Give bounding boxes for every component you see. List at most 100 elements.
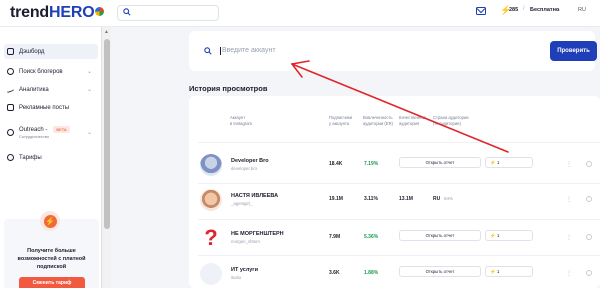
open-count-value: 1 [496,233,500,238]
sidebar-item-label: Рекламные посты [19,104,70,111]
open-report-button[interactable]: Открыть отчет [399,266,481,277]
table-row[interactable]: ИТ услуги ituslu 3.6K 1.88% Открыть отче… [189,258,600,288]
select-circle-icon[interactable] [586,234,592,240]
select-circle-icon[interactable] [586,270,592,276]
bolt-icon: ⚡ [490,233,497,238]
account-name[interactable]: НЕ МОРГЕНШТЕРН [231,231,284,237]
top-search-input[interactable] [117,5,219,21]
column-header-quality: Качественная аудитория [399,115,426,126]
sidebar-item-sublabel: Сотрудничество [19,133,50,139]
open-count-value: 1 [496,160,500,165]
promo-text: Получите больше возможностей с платной п… [17,248,86,270]
sidebar-item-label: Поиск блогеров [19,68,63,75]
table-row[interactable]: Developer Bro developer.bro 18.4K 7.19% … [189,149,600,183]
posts-icon [7,104,14,111]
chevron-down-icon: ⌄ [86,69,92,75]
country-code: RU [433,196,441,202]
open-count-value: 1 [496,269,500,274]
sidebar-item-label: Аналитика [19,86,49,93]
search-icon [123,8,131,16]
beta-badge: BETA [53,125,70,133]
quality-value: 13.1M [399,196,413,202]
column-header-followers: Подписчики у аккаунта [329,115,353,126]
account-search-card: Введите аккаунт [189,31,595,71]
open-report-button[interactable]: Открыть отчет [399,157,481,168]
top-bar: trendHERO ⚡ 285 / Бесплатно ⌄ RU [0,0,600,27]
sidebar-item-label: Тарифы [19,154,42,161]
account-name[interactable]: Developer Bro [231,158,269,164]
er-value: 3.11% [364,196,378,202]
table-row[interactable]: ? НЕ МОРГЕНШТЕРН morgen_shtern 7.9M 5.36… [189,222,600,256]
divider [198,142,600,143]
country-percent: 64% [444,196,454,201]
check-button[interactable]: Проверить [550,41,597,61]
pricing-icon [7,154,14,161]
page-scrollbar[interactable]: ▲ [101,27,111,288]
open-report-count[interactable]: ⚡ 1 [485,157,533,168]
more-options-icon[interactable]: ⋮ [566,270,572,277]
er-value: 1.88% [364,270,379,276]
sidebar-item-label: Дэшборд [19,48,45,55]
more-options-icon[interactable]: ⋮ [566,234,572,241]
er-value: 5.36% [364,234,379,240]
language-switch[interactable]: RU [578,7,586,13]
change-plan-button[interactable]: Сменить тариф [19,277,85,288]
column-header-er: Вовлеченность аудитории (ER) [363,115,393,126]
plan-label[interactable]: Бесплатно [530,7,559,13]
bolt-icon: ⚡ [490,269,497,274]
sidebar-item-pricing[interactable]: Тарифы [4,150,98,165]
open-report-count[interactable]: ⚡ 1 [485,266,533,277]
followers-value: 18.4K [329,161,343,167]
upgrade-promo: ⚡ Получите больше возможностей с платной… [4,211,99,288]
avatar [200,263,222,285]
select-circle-icon[interactable] [586,196,592,202]
followers-value: 7.9M [329,234,341,240]
account-handle: morgen_shtern [231,239,260,244]
question-mark-avatar: ? [200,227,222,249]
credits-count: 285 [509,7,519,13]
more-options-icon[interactable]: ⋮ [566,161,572,168]
search-icon [7,68,14,75]
column-header-account: Аккаунт в Instagram [230,115,253,126]
account-search-input[interactable]: Введите аккаунт [220,47,276,55]
er-value: 7.19% [364,161,379,167]
analytics-icon [7,85,14,94]
open-report-count[interactable]: ⚡ 1 [485,230,533,241]
followers-value: 3.6K [329,270,340,276]
select-circle-icon[interactable] [586,161,592,167]
logo[interactable]: trendHERO [10,4,105,22]
account-handle: ituslu [231,275,242,280]
more-options-icon[interactable]: ⋮ [566,196,572,203]
avatar [200,189,222,211]
account-handle: _agentgirl_ [231,201,253,206]
account-name[interactable]: ИТ услуги [231,267,258,273]
open-report-button[interactable]: Открыть отчет [399,230,481,241]
divider [198,255,600,256]
chevron-down-icon[interactable]: ⌄ [556,6,561,13]
sidebar-item-outreach[interactable]: Outreach - BETA Сотрудничество ⌄ [4,122,98,142]
outreach-icon [7,128,14,136]
sidebar-item-search[interactable]: Поиск блогеров ⌄ [4,64,98,79]
chevron-down-icon: ⌄ [86,129,92,136]
search-icon [204,47,212,55]
sidebar-item-posts[interactable]: Рекламные посты [4,100,98,115]
sidebar-item-dashboard[interactable]: Дэшборд [4,44,98,59]
dashboard-icon [7,48,14,55]
scroll-up-icon[interactable]: ▲ [104,29,109,35]
account-handle: developer.bro [231,166,258,171]
bolt-icon: ⚡ [490,160,497,165]
mail-icon[interactable] [476,7,486,15]
account-name[interactable]: НАСТЯ ИВЛЕЕВА [231,193,278,199]
history-title: История просмотров [189,84,268,93]
scrollbar-thumb[interactable] [104,39,110,229]
avatar [200,154,222,176]
bolt-icon: ⚡ [40,211,60,231]
divider [198,219,600,220]
sidebar-item-analytics[interactable]: Аналитика ⌄ [4,82,98,97]
sidebar-item-label: Outreach - [19,126,48,133]
chevron-down-icon: ⌄ [86,87,92,93]
table-row[interactable]: НАСТЯ ИВЛЕЕВА _agentgirl_ 19.1M 3.11% 13… [189,184,600,218]
sidebar: Дэшборд Поиск блогеров ⌄ Аналитика ⌄ Рек… [0,27,101,288]
credits-separator: / [523,6,525,12]
column-header-country: Страна аудитории (% аудитории) [433,115,469,126]
